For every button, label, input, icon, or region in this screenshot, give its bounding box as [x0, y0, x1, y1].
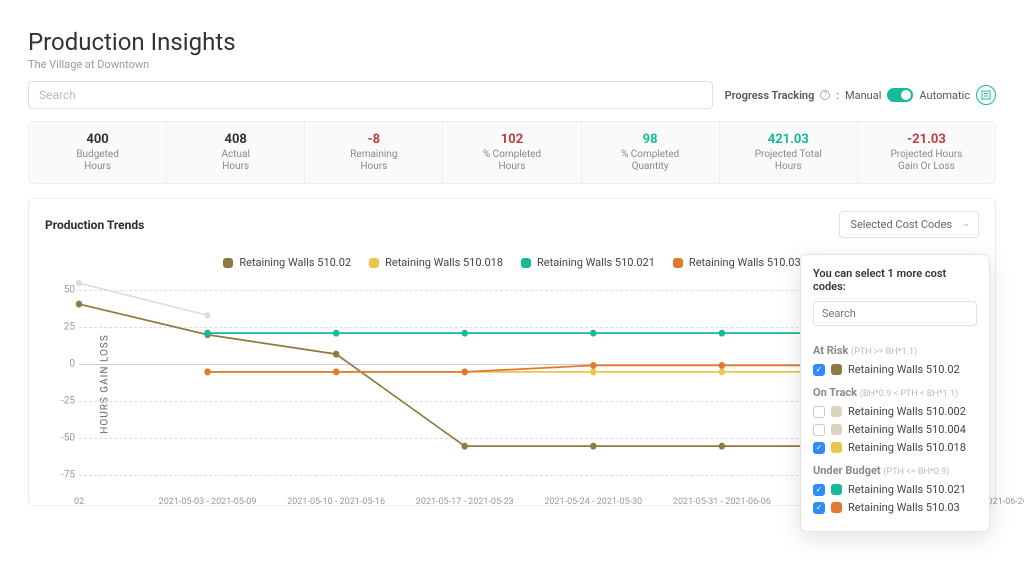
y-tick: -75	[61, 470, 75, 481]
popup-group-header: At Risk (PTH >= BH*1.1)	[813, 344, 977, 357]
color-chip	[831, 406, 842, 417]
settings-icon[interactable]	[976, 85, 996, 105]
stats-bar: 400 BudgetedHours 408 ActualHours -8 Remainin…	[28, 121, 996, 184]
color-chip	[831, 424, 842, 435]
popup-cost-code-row[interactable]: ✓ Retaining Walls 510.03	[813, 501, 977, 514]
x-tick: 2021-05-03 - 2021-05-09	[159, 497, 257, 507]
legend-swatch	[369, 258, 379, 268]
checkbox-icon[interactable]	[813, 424, 825, 436]
x-tick: 2021-05-24 - 2021-05-30	[544, 497, 642, 507]
checkbox-icon[interactable]: ✓	[813, 502, 825, 514]
y-tick: 25	[64, 321, 75, 332]
cost-codes-dropdown[interactable]: Selected Cost Codes ⌄	[839, 211, 979, 238]
legend-swatch	[521, 258, 531, 268]
stat-label: % CompletedHours	[447, 149, 576, 173]
legend-swatch	[673, 258, 683, 268]
legend-item[interactable]: Retaining Walls 510.02	[223, 256, 351, 269]
stat-label: ActualHours	[171, 149, 300, 173]
popup-group-header: Under Budget (PTH <= BH*0.9)	[813, 464, 977, 477]
stat-label: RemainingHours	[309, 149, 438, 173]
popup-group-header: On Track (BH*0.9 < PTH < BH*1.1)	[813, 386, 977, 399]
stat-card: 421.03 Projected TotalHours	[720, 122, 858, 183]
page-subtitle: The Village at Downtown	[28, 58, 996, 71]
legend-swatch	[223, 258, 233, 268]
popup-item-label: Retaining Walls 510.002	[848, 405, 966, 418]
stat-value: 421.03	[724, 132, 853, 147]
x-tick: 2021-05-17 - 2021-05-23	[416, 497, 514, 507]
checkbox-icon[interactable]	[813, 406, 825, 418]
cost-codes-popup: You can select 1 more cost codes: At Ris…	[800, 254, 990, 532]
checkbox-icon[interactable]: ✓	[813, 364, 825, 376]
search-input[interactable]	[28, 81, 713, 109]
popup-item-label: Retaining Walls 510.018	[848, 441, 966, 454]
stat-value: -8	[309, 132, 438, 147]
stat-value: 400	[33, 132, 162, 147]
popup-cost-code-row[interactable]: ✓ Retaining Walls 510.018	[813, 441, 977, 454]
stat-value: 98	[586, 132, 715, 147]
color-chip	[831, 502, 842, 513]
page-title: Production Insights	[28, 28, 996, 56]
x-tick: 2021-05-31 - 2021-06-06	[673, 497, 771, 507]
stat-value: 408	[171, 132, 300, 147]
y-tick: 50	[64, 284, 75, 295]
stat-value: -21.03	[862, 132, 991, 147]
y-tick: 0	[69, 358, 75, 369]
color-chip	[831, 484, 842, 495]
help-icon[interactable]: ?	[820, 90, 830, 100]
stat-card: -21.03 Projected HoursGain Or Loss	[858, 122, 995, 183]
stat-card: 400 BudgetedHours	[29, 122, 167, 183]
color-chip	[831, 442, 842, 453]
mode-automatic: Automatic	[919, 89, 970, 102]
y-tick: -50	[61, 432, 75, 443]
stat-label: Projected HoursGain Or Loss	[862, 149, 991, 173]
checkbox-icon[interactable]: ✓	[813, 484, 825, 496]
popup-item-label: Retaining Walls 510.03	[848, 501, 960, 514]
legend-item[interactable]: Retaining Walls 510.021	[521, 256, 655, 269]
popup-item-label: Retaining Walls 510.004	[848, 423, 966, 436]
stat-label: % CompletedQuantity	[586, 149, 715, 173]
popup-cost-code-row[interactable]: ✓ Retaining Walls 510.02	[813, 363, 977, 376]
legend-item[interactable]: Retaining Walls 510.03	[673, 256, 801, 269]
progress-tracking-label: Progress Tracking	[725, 89, 815, 102]
stat-card: 102 % CompletedHours	[443, 122, 581, 183]
popup-cost-code-row[interactable]: Retaining Walls 510.002	[813, 405, 977, 418]
tracking-toggle[interactable]	[887, 88, 913, 102]
popup-hint: You can select 1 more cost codes:	[813, 267, 977, 293]
mode-manual: Manual	[845, 89, 881, 102]
stat-label: Projected TotalHours	[724, 149, 853, 173]
stat-card: -8 RemainingHours	[305, 122, 443, 183]
stat-card: 98 % CompletedQuantity	[582, 122, 720, 183]
trends-title: Production Trends	[45, 218, 144, 232]
chevron-down-icon: ⌄	[962, 219, 970, 229]
legend-item[interactable]: Retaining Walls 510.018	[369, 256, 503, 269]
popup-item-label: Retaining Walls 510.02	[848, 363, 960, 376]
y-tick: -25	[61, 395, 75, 406]
checkbox-icon[interactable]: ✓	[813, 442, 825, 454]
popup-search-input[interactable]	[813, 301, 977, 326]
x-tick: 02	[74, 497, 84, 507]
x-tick: 2021-05-10 - 2021-05-16	[287, 497, 385, 507]
popup-cost-code-row[interactable]: Retaining Walls 510.004	[813, 423, 977, 436]
color-chip	[831, 364, 842, 375]
stat-value: 102	[447, 132, 576, 147]
stat-label: BudgetedHours	[33, 149, 162, 173]
popup-cost-code-row[interactable]: ✓ Retaining Walls 510.021	[813, 483, 977, 496]
popup-item-label: Retaining Walls 510.021	[848, 483, 966, 496]
stat-card: 408 ActualHours	[167, 122, 305, 183]
